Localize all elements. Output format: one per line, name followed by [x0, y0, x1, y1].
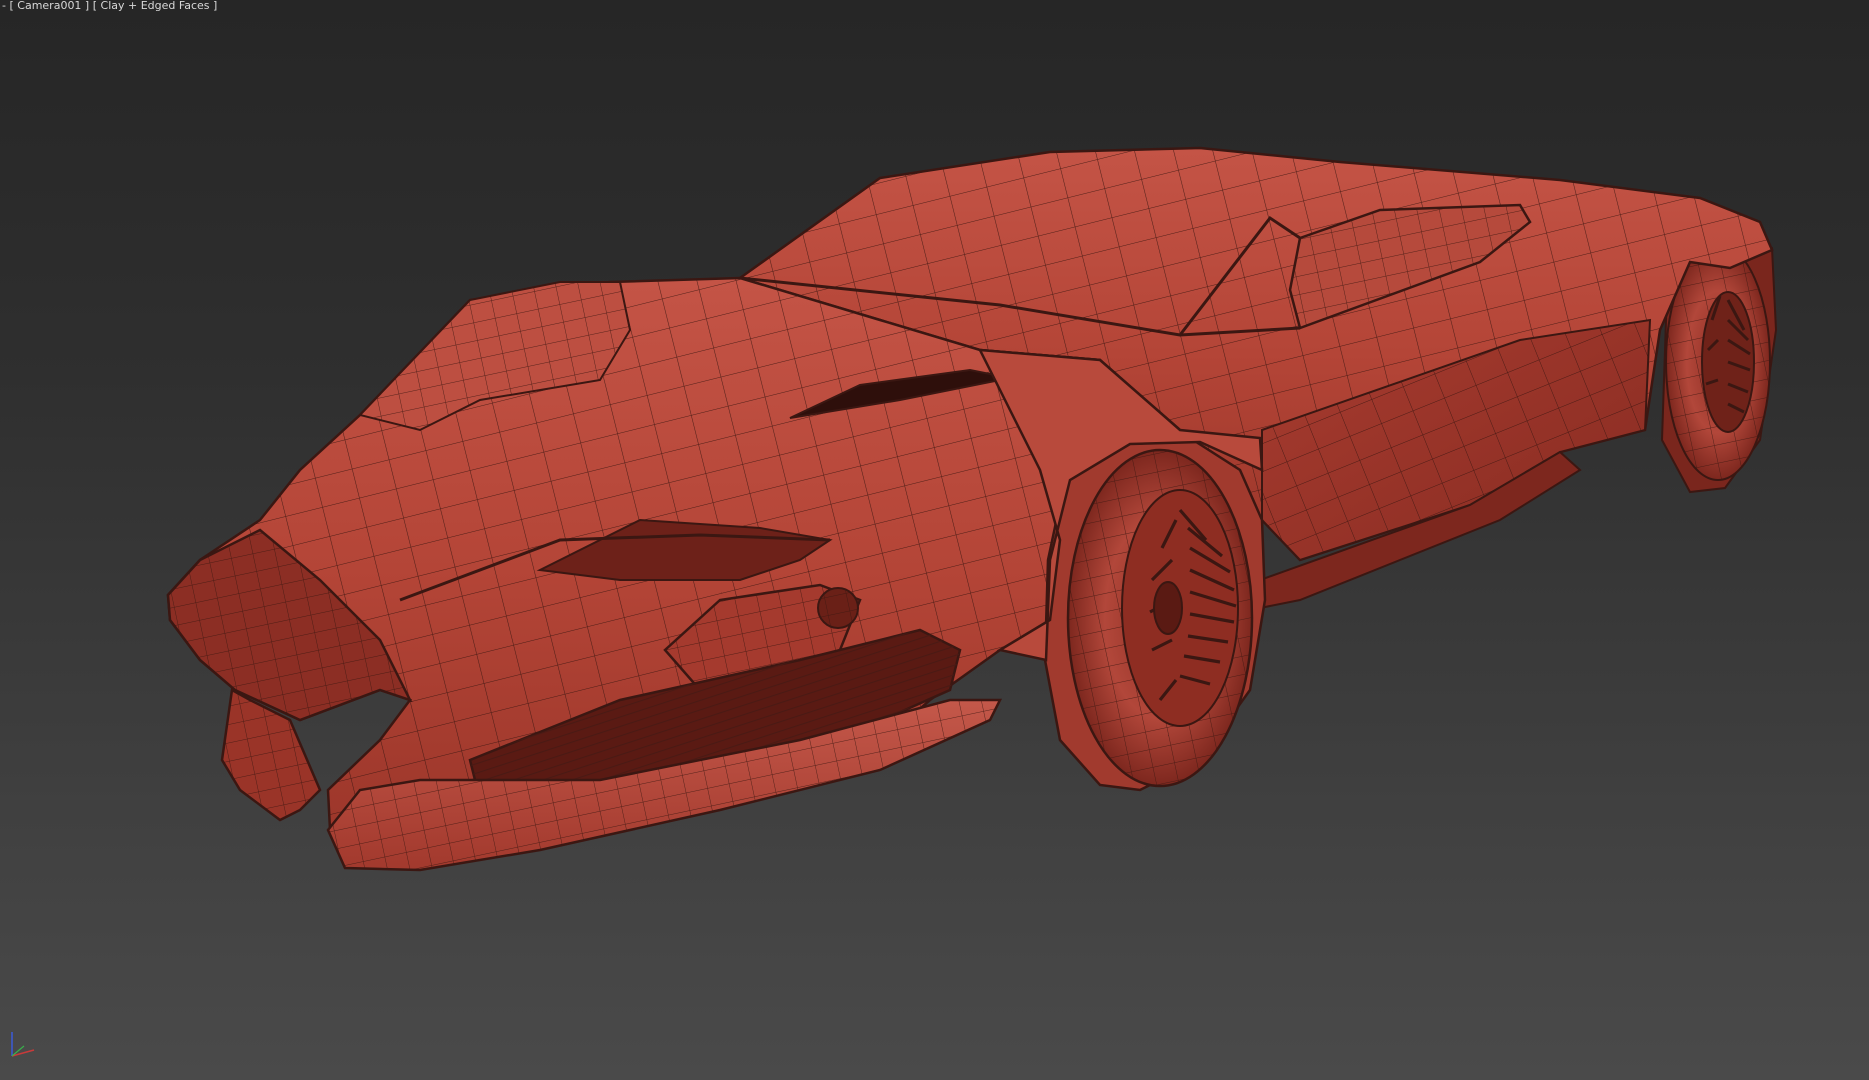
car-model[interactable]	[0, 0, 1869, 1080]
viewport-camera001[interactable]: - [ Camera001 ] [ Clay + Edged Faces ]	[0, 0, 1869, 1080]
car-body	[166, 146, 1774, 872]
front-wheel	[1043, 436, 1267, 792]
axis-gizmo-icon	[11, 1032, 35, 1057]
